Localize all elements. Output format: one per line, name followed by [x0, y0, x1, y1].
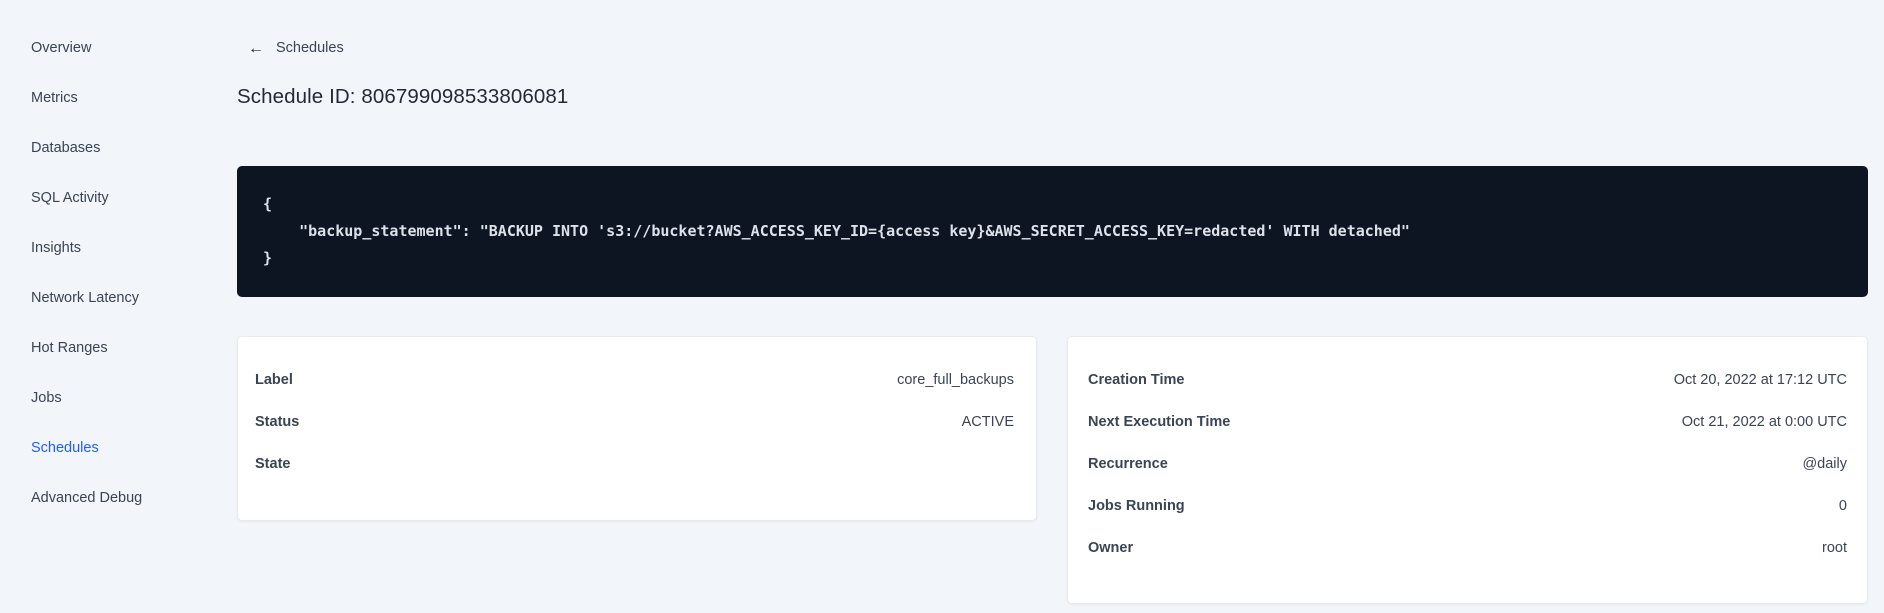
back-to-schedules-link[interactable]: ← Schedules — [248, 40, 344, 57]
sidebar-item-insights[interactable]: Insights — [31, 238, 81, 258]
sidebar-item-jobs[interactable]: Jobs — [31, 388, 62, 408]
row-value: root — [1822, 540, 1847, 556]
row-label: Status — [255, 414, 300, 430]
card-row-jobs-running: Jobs Running 0 — [1088, 485, 1847, 527]
card-row-creation-time: Creation Time Oct 20, 2022 at 17:12 UTC — [1088, 359, 1847, 401]
page: Overview Metrics Databases SQL Activity … — [0, 0, 1884, 613]
card-row-owner: Owner root — [1088, 527, 1847, 569]
row-label: Recurrence — [1088, 456, 1168, 472]
card-row-status: Status ACTIVE — [255, 401, 1014, 443]
row-value: Oct 21, 2022 at 0:00 UTC — [1681, 414, 1847, 430]
row-label: Creation Time — [1088, 372, 1185, 388]
sidebar-item-databases[interactable]: Databases — [31, 138, 100, 158]
code-line: { — [263, 195, 273, 213]
row-value: core_full_backups — [897, 372, 1014, 388]
row-label: State — [255, 456, 291, 472]
card-row-state: State — [255, 443, 1014, 485]
schedule-timing-card: Creation Time Oct 20, 2022 at 17:12 UTC … — [1067, 336, 1868, 604]
sidebar-item-hot-ranges[interactable]: Hot Ranges — [31, 338, 108, 358]
code-line: "backup_statement": "BACKUP INTO 's3://b… — [263, 222, 1410, 240]
row-label: Owner — [1088, 540, 1134, 556]
row-value: ACTIVE — [961, 414, 1014, 430]
card-row-next-execution-time: Next Execution Time Oct 21, 2022 at 0:00… — [1088, 401, 1847, 443]
sidebar-item-metrics[interactable]: Metrics — [31, 88, 78, 108]
code-line: } — [263, 249, 273, 267]
sidebar-item-schedules[interactable]: Schedules — [31, 438, 99, 458]
card-row-recurrence: Recurrence @daily — [1088, 443, 1847, 485]
back-arrow-icon: ← — [248, 40, 264, 57]
card-row-label: Label core_full_backups — [255, 359, 1014, 401]
sidebar-nav: Overview Metrics Databases SQL Activity … — [0, 0, 237, 613]
row-label: Jobs Running — [1088, 498, 1185, 514]
sidebar-item-advanced-debug[interactable]: Advanced Debug — [31, 488, 142, 508]
row-label: Label — [255, 372, 293, 388]
page-title: Schedule ID: 806799098533806081 — [237, 85, 569, 108]
sidebar-item-list: Overview Metrics Databases SQL Activity … — [31, 38, 237, 508]
main-content: ← Schedules Schedule ID: 806799098533806… — [237, 0, 1884, 613]
summary-cards-row: Label core_full_backups Status ACTIVE St… — [237, 336, 1868, 604]
row-value: @daily — [1802, 456, 1847, 472]
row-value: 0 — [1838, 498, 1847, 514]
row-value: Oct 20, 2022 at 17:12 UTC — [1673, 372, 1847, 388]
schedule-details-card: Label core_full_backups Status ACTIVE St… — [237, 336, 1037, 521]
sidebar-item-network-latency[interactable]: Network Latency — [31, 288, 139, 308]
sidebar-item-overview[interactable]: Overview — [31, 38, 91, 58]
sidebar-item-sql-activity[interactable]: SQL Activity — [31, 188, 109, 208]
row-label: Next Execution Time — [1088, 414, 1231, 430]
backup-statement-code-block: { "backup_statement": "BACKUP INTO 's3:/… — [237, 166, 1868, 297]
back-link-label: Schedules — [276, 40, 344, 56]
